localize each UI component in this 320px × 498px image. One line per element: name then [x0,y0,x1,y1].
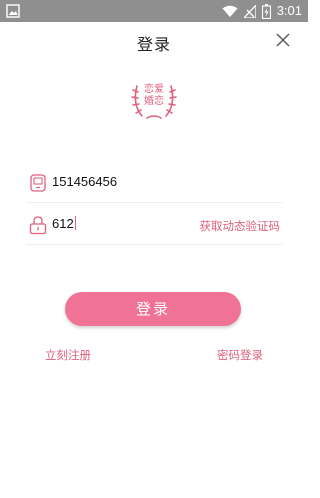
phone-icon [30,174,46,192]
wifi-icon [222,5,238,17]
logo-text-line1: 恋爱 [144,84,164,95]
header: 登录 [0,22,308,60]
app-logo: 恋爱 婚恋 [129,76,179,122]
code-input[interactable]: 612 [52,216,76,231]
text-caret [74,216,76,230]
password-login-link[interactable]: 密码登录 [217,347,263,363]
battery-icon [261,3,271,19]
get-code-button[interactable]: 获取动态验证码 [200,218,281,234]
status-bar: 3:01 [0,0,308,22]
code-field[interactable]: 612 获取动态验证码 [26,206,282,245]
login-button[interactable]: 登录 [65,292,241,326]
lock-icon [29,216,47,235]
status-time: 3:01 [276,3,302,18]
register-link[interactable]: 立刻注册 [45,347,91,363]
page-title: 登录 [136,35,171,54]
image-icon [6,4,20,18]
logo-text-line2: 婚恋 [144,96,164,107]
close-icon[interactable] [274,31,292,49]
phone-field[interactable]: 151456456 [26,164,282,203]
signal-icon [243,4,256,18]
phone-input[interactable]: 151456456 [52,174,117,189]
